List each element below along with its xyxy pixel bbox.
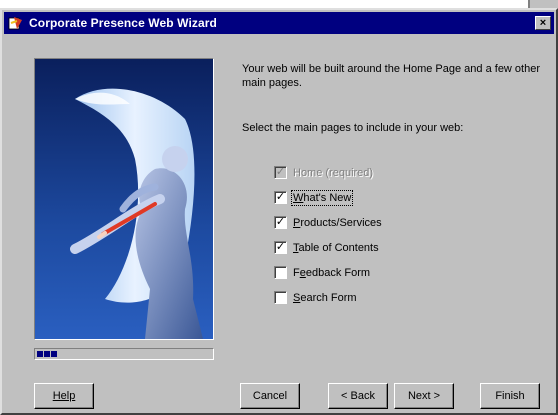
mnemonic-letter: e [299, 266, 306, 279]
checkbox[interactable] [274, 291, 287, 304]
page-checkbox-row[interactable]: Feedback Form [274, 260, 382, 285]
mnemonic-letter: P [293, 216, 301, 229]
progress-block [44, 351, 50, 357]
page-checkbox-row[interactable]: ✓ Products/Services [274, 210, 382, 235]
back-button-label: < Back [341, 390, 375, 402]
checkmark-icon: ✓ [275, 241, 286, 253]
page-checklist: ✓ Home (required) ✓ What's New ✓ Products/Ser… [274, 160, 382, 310]
progress-fill [37, 351, 211, 357]
page-checkbox-row[interactable]: ✓ Table of Contents [274, 235, 382, 260]
checkbox[interactable]: ✓ [274, 216, 287, 229]
checkbox: ✓ [274, 166, 287, 179]
page-checkbox-row: ✓ Home (required) [274, 160, 382, 185]
page-checkbox-label: Home (required) [293, 166, 374, 179]
checkbox[interactable] [274, 266, 287, 279]
back-button[interactable]: < Back [328, 383, 388, 409]
page-checkbox-label: Search Form [293, 291, 357, 304]
select-pages-label: Select the main pages to include in your… [242, 122, 464, 134]
page-checkbox-row[interactable]: ✓ What's New [274, 185, 382, 210]
finish-button-label: Finish [495, 390, 525, 402]
checkmark-icon: ✓ [275, 216, 286, 228]
help-button-label: Help [52, 390, 76, 402]
next-button-label: Next > [407, 390, 441, 402]
checkbox[interactable]: ✓ [274, 191, 287, 204]
intro-text: Your web will be built around the Home P… [242, 63, 541, 89]
close-icon: × [539, 16, 547, 29]
finish-button[interactable]: Finish [480, 383, 540, 409]
mnemonic-letter: T [293, 241, 299, 254]
page-checkbox-label: Table of Contents [293, 241, 379, 254]
checkmark-icon: ✓ [275, 191, 286, 203]
page-checkbox-label: What's New [290, 189, 354, 206]
mnemonic-letter: W [293, 191, 304, 204]
next-button[interactable]: Next > [394, 383, 454, 409]
progress-block [37, 351, 43, 357]
window-title: Corporate Presence Web Wizard [29, 16, 217, 30]
checkmark-icon: ✓ [275, 166, 286, 178]
wizard-illustration [34, 58, 214, 340]
close-button[interactable]: × [535, 16, 551, 30]
frontpage-app-icon [8, 15, 24, 31]
page-checkbox-row[interactable]: Search Form [274, 285, 382, 310]
title-bar[interactable]: Corporate Presence Web Wizard × [4, 12, 554, 34]
cancel-button[interactable]: Cancel [240, 383, 300, 409]
page-checkbox-label: Feedback Form [293, 266, 371, 279]
checkbox[interactable]: ✓ [274, 241, 287, 254]
wizard-dialog: Corporate Presence Web Wizard × Your web… [0, 8, 558, 415]
cancel-button-label: Cancel [252, 390, 288, 402]
progress-block [51, 351, 57, 357]
mnemonic-letter: S [293, 291, 301, 304]
help-button[interactable]: Help [34, 383, 94, 409]
page-checkbox-label: Products/Services [293, 216, 382, 229]
wizard-progress-bar [34, 348, 214, 360]
